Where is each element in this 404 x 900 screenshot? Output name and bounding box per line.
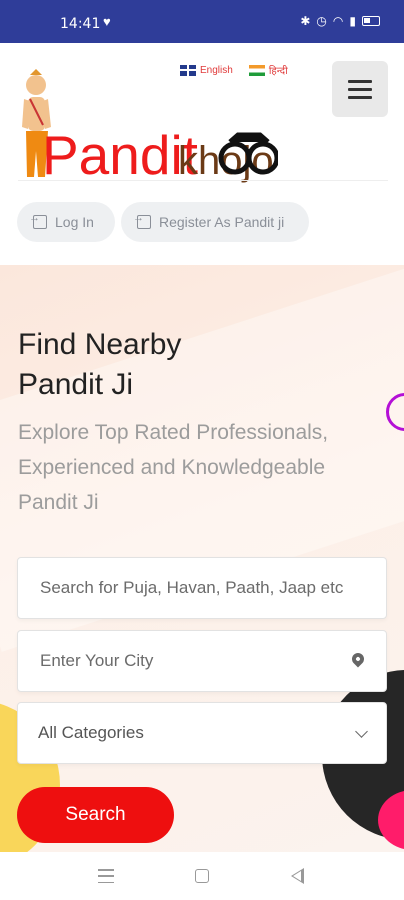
hero-title-line: Pandit Ji	[18, 368, 134, 401]
login-label: Log In	[55, 214, 94, 230]
hero-section: Find Nearby Pandit Ji Explore Top Rated …	[0, 265, 404, 852]
chevron-down-icon	[355, 724, 368, 738]
city-input[interactable]	[18, 631, 386, 691]
hero-subtitle: Explore Top Rated Professionals, Experie…	[18, 415, 378, 520]
hamburger-menu-button[interactable]	[332, 61, 388, 117]
search-input[interactable]	[18, 558, 386, 618]
category-select[interactable]: All Categories	[17, 702, 387, 764]
category-selected-value: All Categories	[38, 723, 144, 742]
wifi-icon: ◠	[332, 14, 344, 28]
home-icon[interactable]	[195, 869, 209, 883]
bluetooth-icon: ✱	[300, 14, 311, 28]
hero-subtitle-line: Explore Top Rated Professionals,	[18, 421, 329, 444]
hero-subtitle-line: Pandit Ji	[18, 491, 99, 514]
hero-subtitle-line: Experienced and Knowledgeable	[18, 456, 326, 479]
heart-icon: ♥	[103, 14, 111, 29]
battery-icon	[362, 16, 380, 26]
recent-apps-icon[interactable]	[98, 869, 114, 883]
logo-text-pandit: Pandit	[42, 124, 198, 186]
hero-title-line: Find Nearby	[18, 328, 182, 361]
register-icon	[133, 212, 151, 229]
search-field-container	[17, 557, 387, 619]
status-bar: 14:41 ♥ ✱ ◷ ◠ ▮	[0, 0, 404, 43]
login-button[interactable]: Log In	[17, 202, 115, 242]
alarm-icon: ◷	[316, 14, 327, 28]
back-icon[interactable]	[291, 868, 304, 884]
system-navigation-bar	[0, 852, 404, 900]
header-divider	[18, 180, 388, 181]
login-icon	[29, 212, 47, 229]
register-pandit-button[interactable]: Register As Pandit ji	[121, 202, 309, 242]
site-header: English हिन्दी Pandit khojo → Log In → R…	[0, 43, 404, 265]
signal-icon: ▮	[349, 14, 356, 28]
hero-title: Find Nearby Pandit Ji	[18, 325, 181, 405]
register-label: Register As Pandit ji	[159, 214, 285, 230]
pandit-khojo-logo[interactable]: Pandit khojo	[18, 69, 278, 189]
search-button[interactable]: Search	[17, 787, 174, 843]
status-icons: ✱ ◷ ◠ ▮	[300, 14, 380, 28]
status-time: 14:41	[60, 16, 101, 32]
city-field-container	[17, 630, 387, 692]
